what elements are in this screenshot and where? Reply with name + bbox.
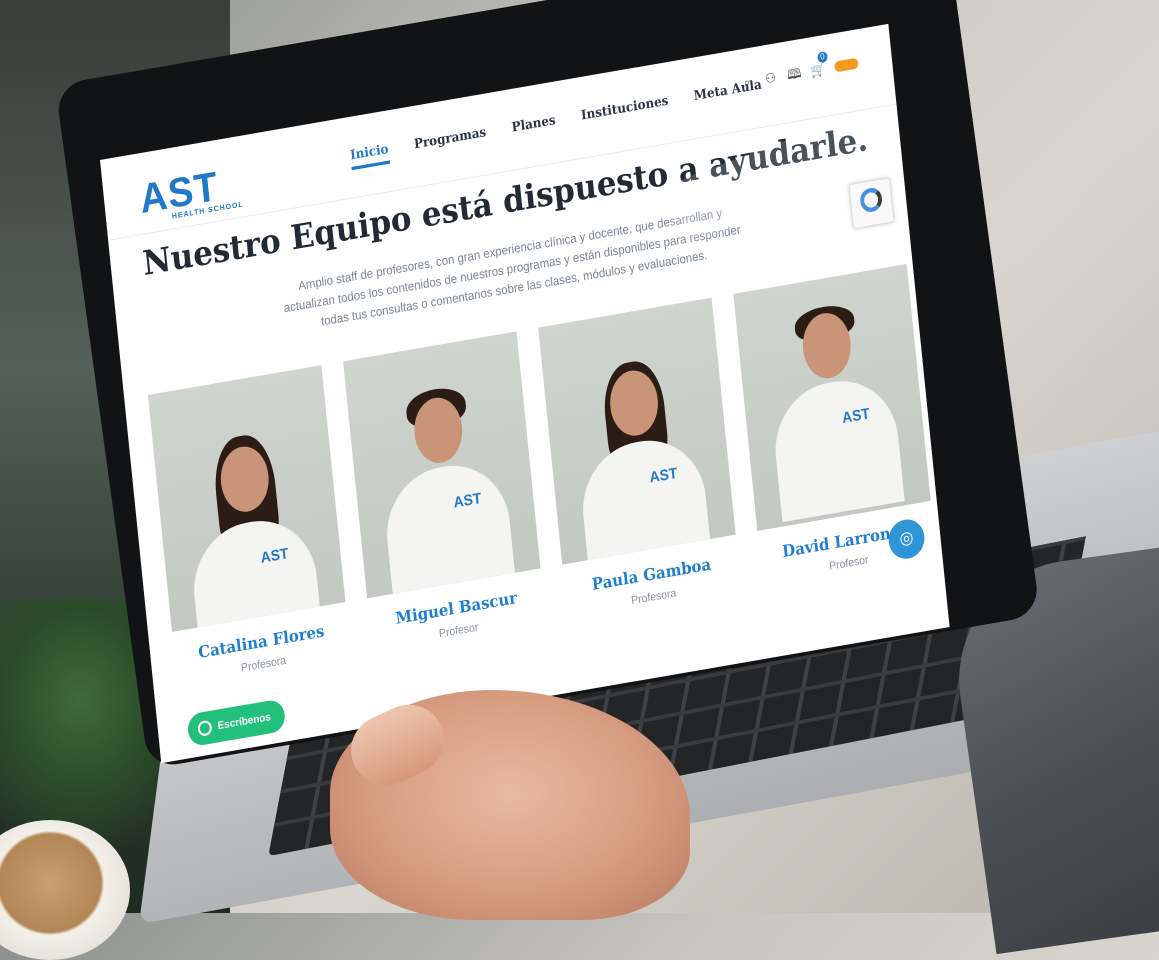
language-toggle[interactable] xyxy=(834,57,859,73)
team-photo: AST xyxy=(343,331,541,599)
scrub-top xyxy=(188,511,324,632)
nav-item-planes[interactable]: Planes xyxy=(511,112,557,142)
team-grid: AST Catalina Flores Profesora AST Miguel… xyxy=(147,263,936,686)
header-tools: ⌕ ⚇ 🕮 🛒 0 xyxy=(739,50,859,91)
team-card[interactable]: AST Catalina Flores Profesora xyxy=(147,365,351,686)
recaptcha-badge[interactable] xyxy=(848,177,895,230)
scrub-top xyxy=(576,431,713,565)
team-photo: AST xyxy=(538,297,736,565)
whatsapp-label: Escríbenos xyxy=(217,710,272,732)
team-photo: AST xyxy=(733,263,931,531)
book-icon[interactable]: 🕮 xyxy=(786,65,801,82)
team-card[interactable]: AST Paula Gamboa Profesora xyxy=(538,297,741,619)
scrub-top xyxy=(380,456,517,599)
nav-item-programas[interactable]: Programas xyxy=(413,124,487,159)
nav-item-instituciones[interactable]: Instituciones xyxy=(580,93,669,131)
recaptcha-icon xyxy=(859,186,884,214)
scrub-top xyxy=(769,371,905,523)
team-card[interactable]: AST Miguel Bascur Profesor xyxy=(343,331,546,652)
nav-item-inicio[interactable]: Inicio xyxy=(349,141,390,171)
user-icon[interactable]: ⚇ xyxy=(763,69,778,87)
search-icon[interactable]: ⌕ xyxy=(739,74,754,91)
cart-count-badge: 0 xyxy=(817,50,828,64)
whatsapp-icon xyxy=(197,719,213,737)
chat-icon: ◎ xyxy=(898,528,915,549)
cart-icon[interactable]: 🛒 0 xyxy=(810,50,828,79)
team-photo: AST xyxy=(147,365,346,632)
whatsapp-button[interactable]: Escríbenos xyxy=(186,698,287,748)
